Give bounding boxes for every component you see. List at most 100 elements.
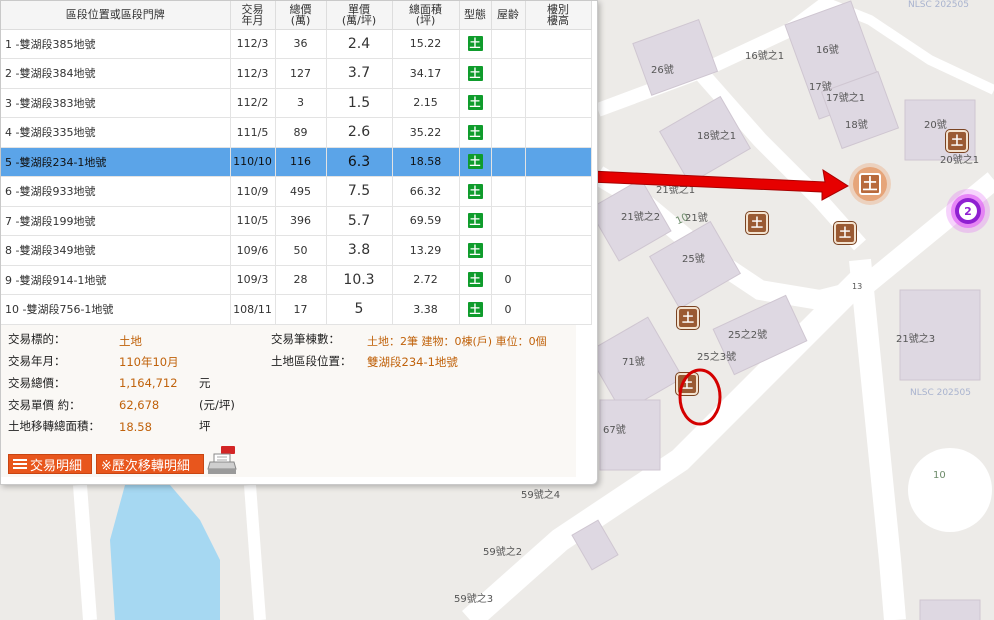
land-transaction-marker[interactable]: 土 (834, 222, 856, 244)
cell-unit-price: 5.7 (326, 206, 393, 236)
col-header-area[interactable]: 總面積 (坪) (392, 1, 460, 30)
map-label: 59號之3 (454, 594, 494, 605)
cell-area: 13.29 (392, 235, 460, 266)
cell-date: 110/5 (230, 206, 276, 236)
table-row[interactable]: 8 -雙湖段349地號 109/6 50 3.8 13.29 土 (1, 235, 592, 266)
cell-area: 3.38 (392, 294, 460, 325)
cell-address: 4 -雙湖段335地號 (1, 117, 231, 148)
cell-total: 50 (275, 235, 327, 266)
cell-unit-price: 6.3 (326, 147, 393, 177)
cell-address: 3 -雙湖段383地號 (1, 88, 231, 118)
area-value: 18.58 (119, 420, 152, 434)
map-label: 67號 (603, 425, 626, 436)
table-row[interactable]: 7 -雙湖段199地號 110/5 396 5.7 69.59 土 (1, 206, 592, 236)
cell-floor (525, 117, 592, 148)
transaction-detail-button[interactable]: 交易明細 (8, 454, 92, 474)
land-type-icon: 土 (467, 242, 483, 258)
cell-area: 69.59 (392, 206, 460, 236)
land-transaction-marker[interactable]: 土 (677, 307, 699, 329)
cell-total: 116 (275, 147, 327, 177)
cell-total: 28 (275, 265, 327, 295)
map-label: 59號之4 (521, 490, 561, 501)
transfer-history-label: ※歷次移轉明細 (101, 458, 190, 474)
cell-floor (525, 29, 592, 59)
cell-unit-price: 10.3 (326, 265, 393, 295)
cell-age: 0 (491, 265, 526, 295)
cell-age (491, 176, 526, 207)
cell-date: 112/3 (230, 29, 276, 59)
table-row[interactable]: 1 -雙湖段385地號 112/3 36 2.4 15.22 土 (1, 29, 592, 59)
col-header-type[interactable]: 型態 (459, 1, 492, 30)
cell-date: 110/9 (230, 176, 276, 207)
cell-unit-price: 2.6 (326, 117, 393, 148)
land-transaction-marker[interactable]: 土 (746, 212, 768, 234)
transfer-history-button[interactable]: ※歷次移轉明細 (96, 454, 204, 474)
cell-area: 34.17 (392, 58, 460, 89)
table-row-selected[interactable]: 5 -雙湖段234-1地號 110/10 116 6.3 18.58 土 (1, 147, 592, 177)
transaction-detail-label: 交易明細 (30, 458, 83, 474)
cell-date: 109/6 (230, 235, 276, 266)
cell-date: 108/11 (230, 294, 276, 325)
cell-area: 35.22 (392, 117, 460, 148)
area-unit: 坪 (199, 419, 211, 433)
col-header-date[interactable]: 交易 年月 (230, 1, 276, 30)
land-type-icon: 土 (467, 124, 483, 140)
cell-floor (525, 294, 592, 325)
target-value: 土地 (119, 334, 142, 348)
print-pdf-icon[interactable] (207, 445, 237, 477)
count-value: 土地：2筆 建物：0棟(戶) 車位：0個 (367, 335, 547, 348)
cell-unit-price: 7.5 (326, 176, 393, 207)
total-price-value: 1,164,712 (119, 376, 178, 390)
map-watermark-top: NLSC 202505 (908, 0, 969, 10)
cell-date: 109/3 (230, 265, 276, 295)
cluster-marker[interactable]: 2 (955, 198, 981, 224)
col-header-age[interactable]: 屋齡 (491, 1, 526, 30)
map-label: 16號之1 (745, 51, 785, 62)
cell-age (491, 235, 526, 266)
map-label: 25之3號 (697, 352, 737, 363)
map-label: 21號之1 (656, 185, 696, 196)
cell-date: 112/2 (230, 88, 276, 118)
cell-unit-price: 5 (326, 294, 393, 325)
land-type-icon: 土 (467, 154, 483, 170)
total-price-unit: 元 (199, 376, 211, 390)
cell-total: 127 (275, 58, 327, 89)
map-label: 25號 (682, 254, 705, 265)
cell-unit-price: 2.4 (326, 29, 393, 59)
table-row[interactable]: 4 -雙湖段335地號 111/5 89 2.6 35.22 土 (1, 117, 592, 148)
land-transaction-marker[interactable]: 土 (946, 130, 968, 152)
total-price-label: 交易總價： (8, 376, 66, 390)
cell-total: 3 (275, 88, 327, 118)
cell-floor (525, 147, 592, 177)
location-value: 雙湖段234-1地號 (367, 355, 458, 369)
land-type-icon: 土 (467, 272, 483, 288)
map-label: 18號之1 (697, 131, 737, 142)
cell-address: 1 -雙湖段385地號 (1, 29, 231, 59)
table-row[interactable]: 2 -雙湖段384地號 112/3 127 3.7 34.17 土 (1, 58, 592, 89)
table-row[interactable]: 3 -雙湖段383地號 112/2 3 1.5 2.15 土 (1, 88, 592, 118)
land-type-icon: 土 (467, 301, 483, 317)
cell-type: 土 (459, 176, 492, 207)
cell-floor (525, 58, 592, 89)
table-row[interactable]: 9 -雙湖段914-1地號 109/3 28 10.3 2.72 土 0 (1, 265, 592, 295)
transaction-panel: 區段位置或區段門牌 交易 年月 總價 (萬) 單價 (萬/坪) 總面積 (坪) … (0, 0, 598, 485)
cell-age (491, 88, 526, 118)
cell-type: 土 (459, 206, 492, 236)
cell-floor (525, 206, 592, 236)
cell-floor (525, 176, 592, 207)
col-header-total[interactable]: 總價 (萬) (275, 1, 327, 30)
col-header-floor[interactable]: 樓別 樓高 (525, 1, 592, 30)
cell-unit-price: 1.5 (326, 88, 393, 118)
map-label: 13 (852, 282, 863, 291)
cell-area: 18.58 (392, 147, 460, 177)
table-row[interactable]: 10 -雙湖段756-1地號 108/11 17 5 3.38 土 0 (1, 294, 592, 325)
selected-transaction-marker[interactable]: 土 (853, 167, 887, 201)
location-label: 土地區段位置： (271, 354, 352, 368)
col-header-unit-price[interactable]: 單價 (萬/坪) (326, 1, 393, 30)
land-type-icon: 土 (467, 213, 483, 229)
map-label: 16號 (816, 45, 839, 56)
land-transaction-marker[interactable]: 土 (676, 373, 698, 395)
col-header-address[interactable]: 區段位置或區段門牌 (1, 1, 231, 30)
table-row[interactable]: 6 -雙湖段933地號 110/9 495 7.5 66.32 土 (1, 176, 592, 207)
cell-date: 112/3 (230, 58, 276, 89)
